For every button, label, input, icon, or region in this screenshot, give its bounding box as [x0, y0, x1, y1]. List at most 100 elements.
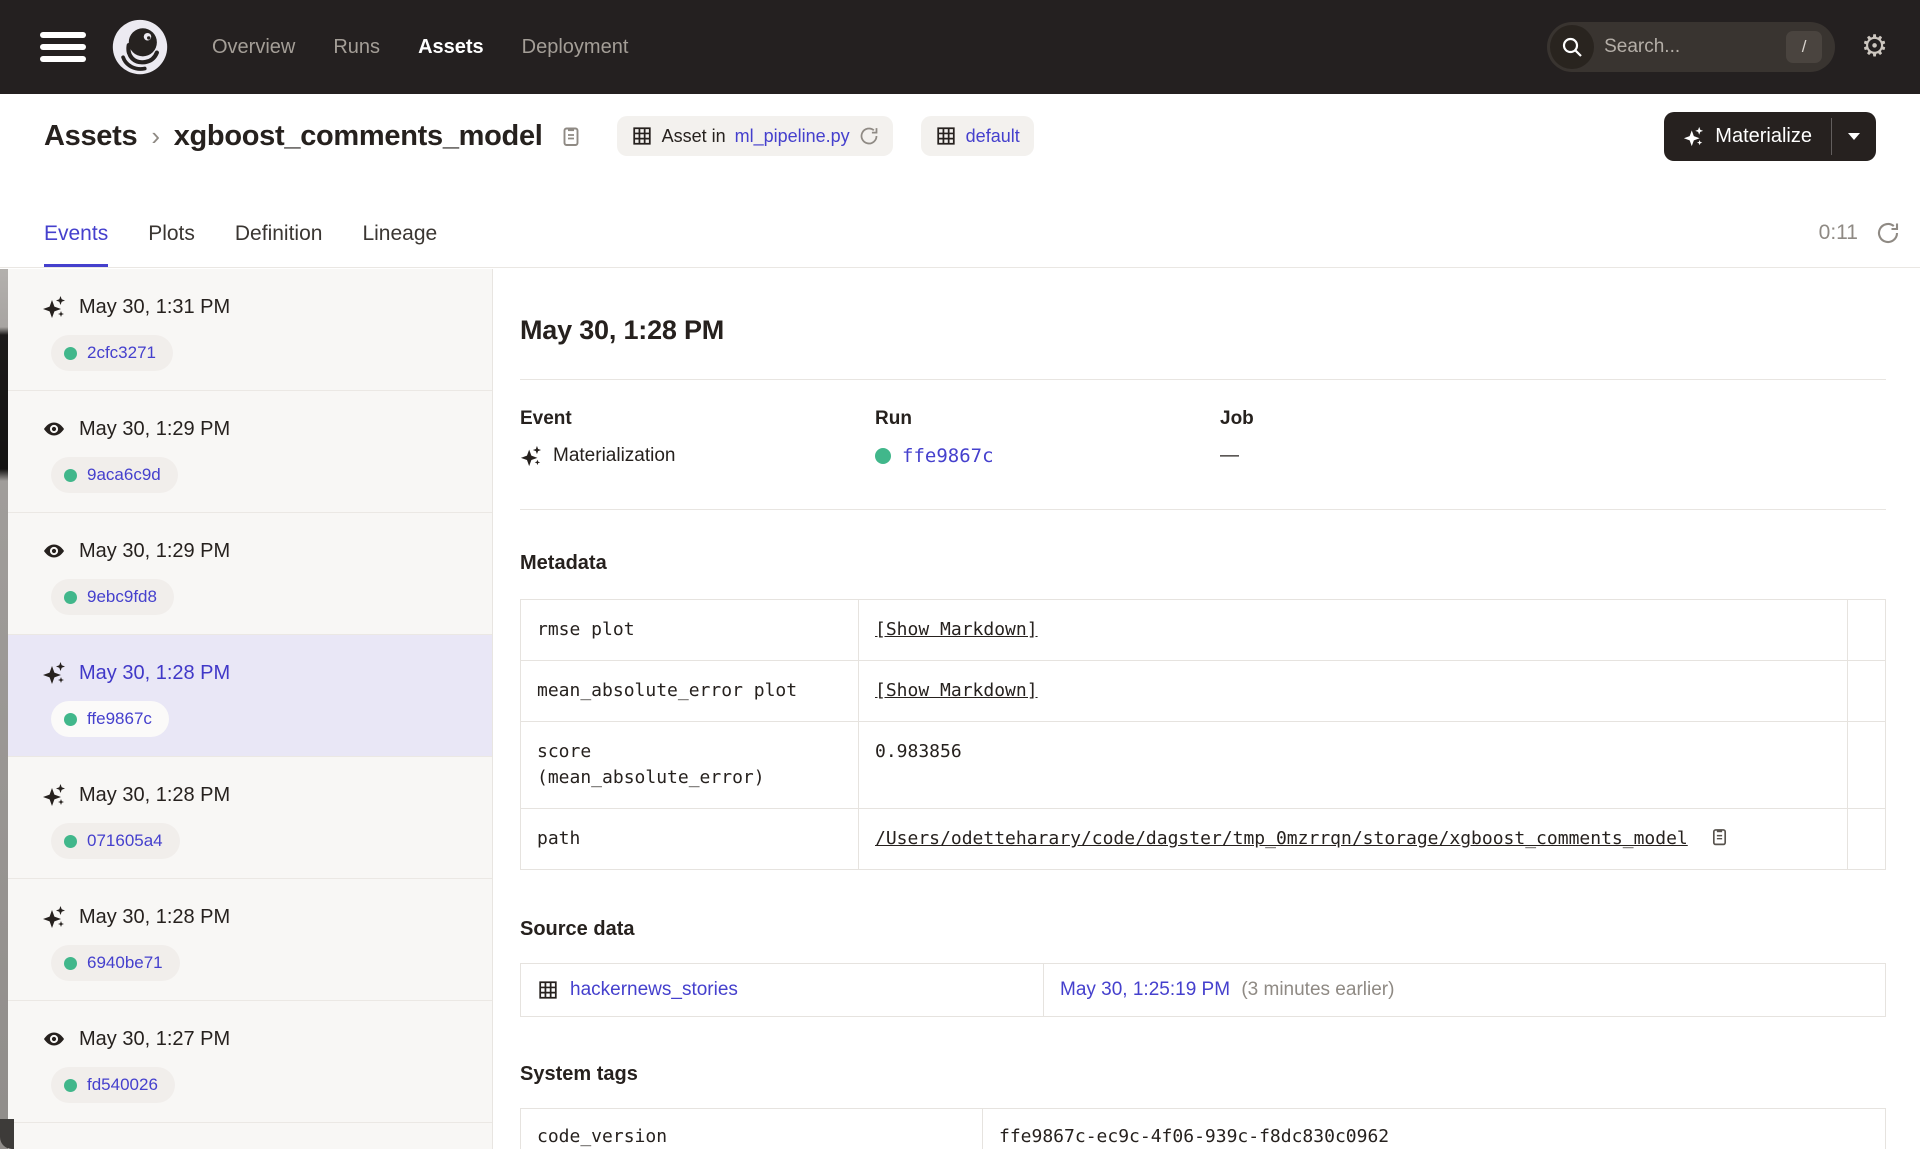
run-badge[interactable]: 9aca6c9d: [51, 457, 178, 493]
metadata-key: score (mean_absolute_error): [520, 721, 859, 810]
event-list-item[interactable]: May 30, 1:31 PM 2cfc3271: [0, 269, 492, 391]
show-markdown-link[interactable]: [Show Markdown]: [875, 680, 1038, 701]
asset-file-link[interactable]: ml_pipeline.py: [735, 126, 850, 147]
refresh-timer: 0:11: [1818, 221, 1858, 244]
tab-definition[interactable]: Definition: [235, 222, 323, 267]
run-badge[interactable]: fd540026: [51, 1067, 175, 1103]
run-badge[interactable]: ffe9867c: [51, 701, 169, 737]
table-row: mean_absolute_error plot [Show Markdown]: [520, 660, 1886, 723]
run-id-link[interactable]: fd540026: [87, 1075, 158, 1095]
refresh-icon[interactable]: [1876, 221, 1900, 245]
event-timestamp: May 30, 1:28 PM: [79, 783, 231, 806]
run-badge[interactable]: 9ebc9fd8: [51, 579, 174, 615]
run-status-dot: [64, 346, 77, 360]
event-type-value: Materialization: [553, 445, 676, 466]
job-value: —: [1220, 445, 1239, 466]
nav-item-deployment[interactable]: Deployment: [522, 36, 629, 59]
materialize-button[interactable]: Materialize: [1664, 112, 1831, 161]
nav-item-overview[interactable]: Overview: [212, 36, 295, 59]
job-label: Job: [1220, 408, 1254, 429]
event-timestamp: May 30, 1:28 PM: [79, 661, 231, 684]
event-list-item-selected[interactable]: May 30, 1:28 PM ffe9867c: [0, 635, 492, 757]
copy-asset-name-icon[interactable]: [559, 124, 583, 148]
search-input[interactable]: [1594, 36, 1787, 58]
event-list-item[interactable]: May 30, 1:27 PM fd540026: [0, 1001, 492, 1123]
materialization-sparkle-icon: [42, 295, 66, 319]
run-id-link[interactable]: 9ebc9fd8: [87, 587, 157, 607]
event-timestamp: May 30, 1:29 PM: [79, 417, 231, 440]
dagster-logo[interactable]: [110, 17, 170, 77]
event-timestamp: May 30, 1:29 PM: [79, 539, 231, 562]
tab-lineage[interactable]: Lineage: [362, 222, 437, 267]
metadata-key: mean_absolute_error plot: [520, 660, 859, 723]
run-status-dot: [875, 448, 891, 464]
materialize-split-button: Materialize: [1664, 111, 1876, 161]
source-data-heading: Source data: [520, 918, 635, 941]
show-markdown-link[interactable]: [Show Markdown]: [875, 619, 1038, 640]
source-timestamp-link[interactable]: May 30, 1:25:19 PM: [1060, 979, 1230, 1000]
event-list-item[interactable]: May 30, 1:29 PM 9aca6c9d: [0, 391, 492, 513]
source-data-table: hackernews_stories May 30, 1:25:19 PM (3…: [520, 963, 1886, 1018]
breadcrumb-separator: ›: [151, 120, 160, 151]
tag-value: ffe9867c-ec9c-4f06-939c-f8dc830c0962: [982, 1108, 1886, 1149]
background-window-edge: [0, 269, 8, 1149]
chevron-down-icon: [1848, 132, 1860, 140]
asset-tabs-bar: Events Plots Definition Lineage 0:11: [0, 178, 1920, 268]
event-list-item[interactable]: May 30, 1:28 PM 071605a4: [0, 757, 492, 879]
nav-item-runs[interactable]: Runs: [333, 36, 380, 59]
breadcrumb-assets-link[interactable]: Assets: [44, 120, 138, 152]
tab-plots[interactable]: Plots: [148, 222, 195, 267]
metadata-value: 0.983856: [858, 721, 1848, 810]
metadata-key: rmse plot: [520, 598, 859, 662]
settings-gear-icon[interactable]: ⚙: [1861, 32, 1888, 62]
materialization-sparkle-icon: [42, 905, 66, 929]
search-shortcut-key: /: [1786, 31, 1823, 63]
event-list-item[interactable]: May 30, 1:29 PM 9ebc9fd8: [0, 513, 492, 635]
run-id-link[interactable]: 6940be71: [87, 953, 163, 973]
page-title: xgboost_comments_model: [173, 119, 543, 152]
system-tags-table: code_version ffe9867c-ec9c-4f06-939c-f8d…: [520, 1108, 1886, 1149]
metadata-heading: Metadata: [520, 552, 607, 574]
table-row: score (mean_absolute_error) 0.983856: [520, 721, 1886, 810]
run-id-link[interactable]: ffe9867c: [87, 709, 152, 729]
primary-nav: Overview Runs Assets Deployment: [212, 36, 628, 59]
search-icon: [1550, 25, 1595, 69]
tab-events[interactable]: Events: [44, 222, 109, 267]
menu-icon[interactable]: [40, 30, 86, 64]
copy-path-icon[interactable]: [1709, 826, 1730, 847]
run-badge[interactable]: 071605a4: [51, 823, 180, 859]
path-link[interactable]: /Users/odetteharary/code/dagster/tmp_0mz…: [875, 828, 1688, 849]
materialization-sparkle-icon: [42, 661, 66, 685]
background-window-corner: [0, 1119, 14, 1149]
materialize-dropdown-button[interactable]: [1832, 112, 1876, 161]
run-id-link[interactable]: 2cfc3271: [87, 343, 156, 363]
table-row: rmse plot [Show Markdown]: [520, 598, 1886, 662]
event-list-item[interactable]: May 30, 1:28 PM 6940be71: [0, 879, 492, 1001]
table-row: code_version ffe9867c-ec9c-4f06-939c-f8d…: [520, 1108, 1886, 1149]
nav-item-assets[interactable]: Assets: [418, 36, 484, 59]
event-list-sidebar: May 30, 1:31 PM 2cfc3271 May 30, 1:29 PM…: [0, 269, 493, 1149]
materialization-sparkle-icon: [520, 445, 542, 467]
run-badge[interactable]: 6940be71: [51, 945, 180, 981]
run-status-dot: [64, 468, 77, 482]
event-timestamp: May 30, 1:31 PM: [79, 295, 231, 318]
run-id-link[interactable]: 9aca6c9d: [87, 465, 161, 485]
run-id-link[interactable]: ffe9867c: [902, 445, 994, 467]
search-bar[interactable]: /: [1547, 22, 1836, 72]
top-nav-bar: Overview Runs Assets Deployment / ⚙: [0, 0, 1920, 94]
asset-header-bar: Assets › xgboost_comments_model Asset in m…: [0, 94, 1920, 178]
run-label: Run: [875, 408, 912, 429]
asset-grid-icon: [631, 125, 653, 147]
observation-eye-icon: [42, 417, 66, 441]
run-status-dot: [64, 712, 77, 726]
code-location-pill[interactable]: default: [920, 116, 1034, 156]
asset-location-pill: Asset in ml_pipeline.py: [616, 116, 893, 156]
asset-grid-icon: [537, 979, 559, 1001]
source-asset-link[interactable]: hackernews_stories: [570, 979, 738, 1001]
observation-eye-icon: [42, 539, 66, 563]
run-badge[interactable]: 2cfc3271: [51, 335, 173, 371]
event-label: Event: [520, 408, 572, 429]
reload-definitions-icon[interactable]: [859, 126, 879, 146]
run-id-link[interactable]: 071605a4: [87, 831, 163, 851]
run-status-dot: [64, 956, 77, 970]
